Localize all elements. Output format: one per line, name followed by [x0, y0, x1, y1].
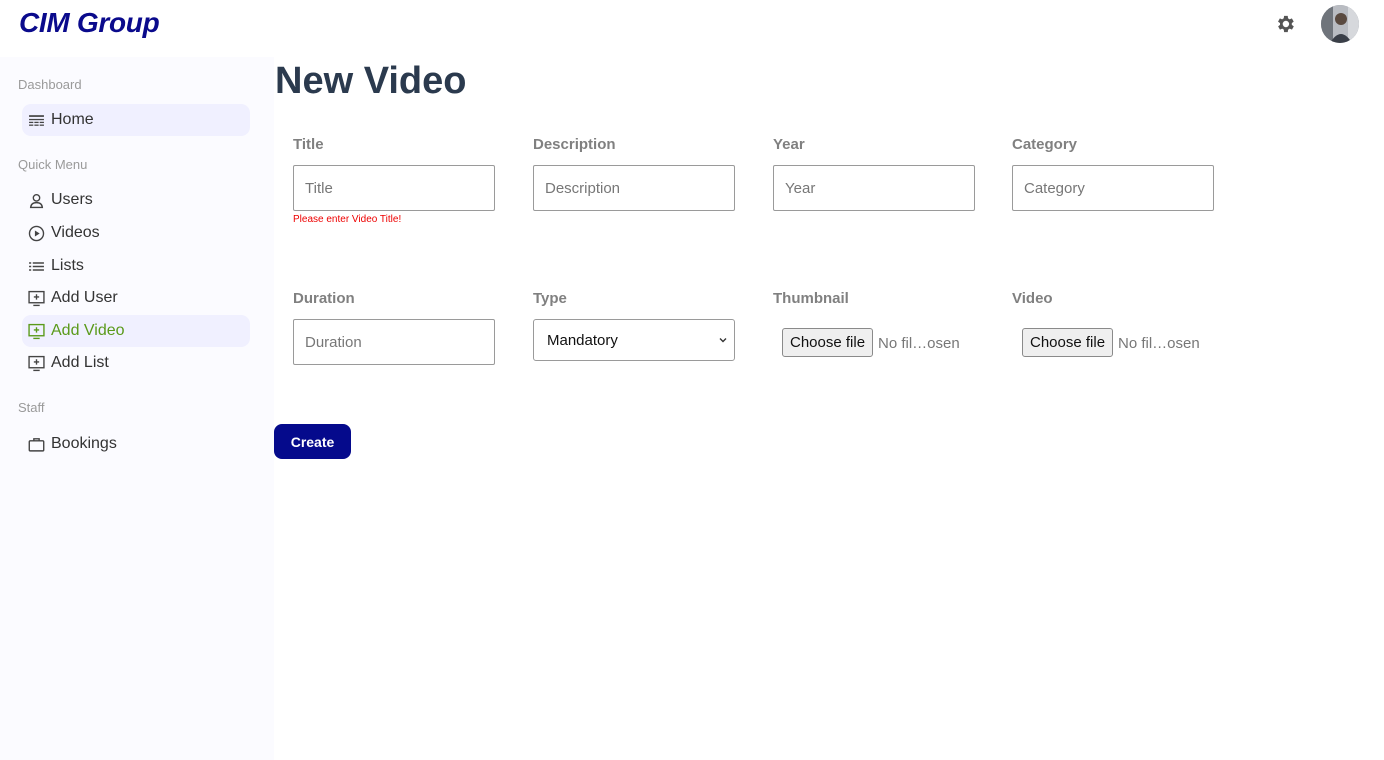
description-input[interactable] — [533, 165, 735, 211]
page-title: New Video — [275, 60, 467, 102]
user-icon — [28, 192, 45, 209]
chevron-down-icon — [719, 338, 727, 343]
add-screen-icon — [28, 323, 45, 340]
app-logo[interactable]: CIM Group — [19, 7, 160, 39]
sidebar-item-add-user[interactable]: Add User — [22, 282, 250, 314]
sidebar-item-add-video[interactable]: Add Video — [22, 315, 250, 347]
sidebar: Dashboard Home Quick Menu Users Videos L… — [0, 57, 274, 760]
year-input[interactable] — [773, 165, 975, 211]
top-bar: CIM Group — [0, 0, 1384, 50]
add-screen-icon — [28, 290, 45, 307]
sidebar-item-home[interactable]: Home — [22, 104, 250, 136]
sidebar-item-label: Users — [51, 191, 93, 208]
category-label: Category — [1012, 136, 1078, 153]
list-icon — [28, 258, 45, 275]
sidebar-item-label: Videos — [51, 224, 100, 241]
sidebar-item-label: Lists — [51, 257, 84, 274]
type-select[interactable]: Mandatory — [533, 319, 735, 361]
add-screen-icon — [28, 355, 45, 372]
thumbnail-file-status: No fil…osen — [878, 335, 960, 352]
sidebar-item-bookings[interactable]: Bookings — [22, 428, 250, 460]
sidebar-item-label: Add Video — [51, 322, 125, 339]
create-button[interactable]: Create — [274, 424, 351, 459]
thumbnail-choose-file-button[interactable]: Choose file — [782, 328, 874, 357]
briefcase-icon — [28, 436, 45, 453]
thumbnail-label: Thumbnail — [773, 290, 849, 307]
year-label: Year — [773, 136, 805, 153]
main-content: New Video Title Please enter Video Title… — [274, 50, 1384, 760]
section-title-staff: Staff — [18, 400, 45, 415]
sidebar-item-label: Add List — [51, 354, 109, 371]
sidebar-item-label: Bookings — [51, 435, 117, 452]
section-title-quick-menu: Quick Menu — [18, 157, 88, 172]
sidebar-item-label: Home — [51, 111, 94, 128]
title-label: Title — [293, 136, 324, 153]
duration-input[interactable] — [293, 319, 495, 365]
description-label: Description — [533, 136, 616, 153]
play-circle-icon — [28, 225, 45, 242]
duration-label: Duration — [293, 290, 355, 307]
title-input[interactable] — [293, 165, 495, 211]
sidebar-item-add-list[interactable]: Add List — [22, 347, 250, 379]
layout-icon — [28, 112, 45, 129]
type-select-value: Mandatory — [547, 331, 618, 349]
title-error-message: Please enter Video Title! — [293, 214, 402, 225]
video-choose-file-button[interactable]: Choose file — [1022, 328, 1114, 357]
sidebar-item-users[interactable]: Users — [22, 184, 250, 216]
sidebar-item-lists[interactable]: Lists — [22, 250, 250, 282]
sidebar-item-label: Add User — [51, 289, 118, 306]
section-title-dashboard: Dashboard — [18, 77, 82, 92]
gear-icon[interactable] — [1274, 13, 1296, 35]
category-input[interactable] — [1012, 165, 1214, 211]
avatar[interactable] — [1321, 5, 1359, 43]
type-label: Type — [533, 290, 567, 307]
video-file-status: No fil…osen — [1118, 335, 1200, 352]
video-label: Video — [1012, 290, 1053, 307]
sidebar-item-videos[interactable]: Videos — [22, 217, 250, 249]
